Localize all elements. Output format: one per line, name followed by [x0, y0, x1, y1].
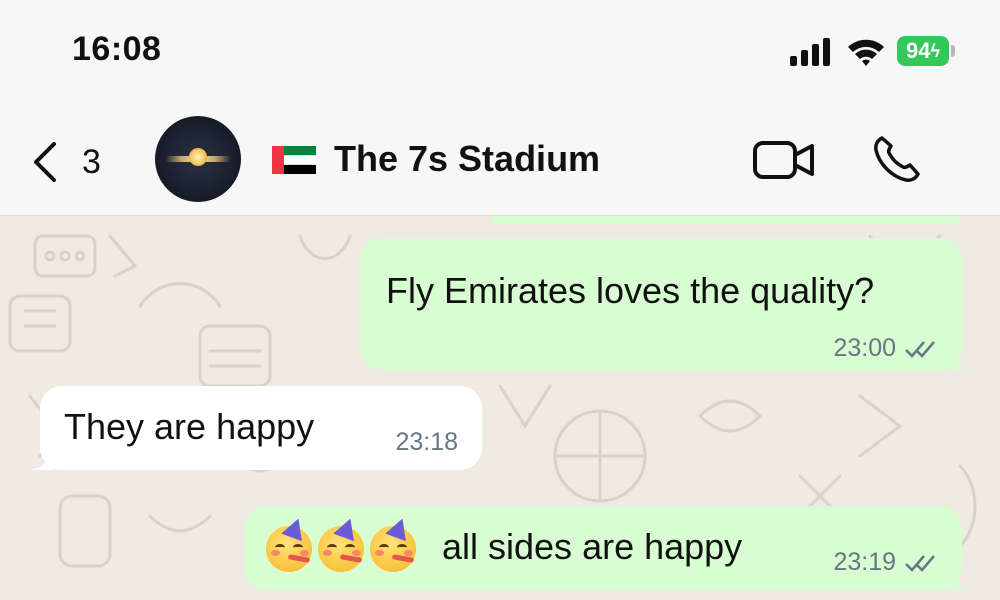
message-meta: 23:18	[395, 428, 458, 457]
back-button[interactable]: 3	[30, 140, 101, 184]
read-receipt-icon	[905, 340, 935, 358]
wifi-icon	[848, 39, 884, 66]
signal-icon	[790, 38, 830, 66]
status-bar: 16:08 94 ϟ	[0, 0, 1000, 100]
battery-tip	[951, 45, 955, 57]
chat-title[interactable]: The 7s Stadium	[334, 138, 600, 180]
message-text: They are happy	[64, 406, 315, 447]
avatar[interactable]	[155, 116, 241, 202]
bubble-tail	[948, 566, 972, 590]
message-text: Fly Emirates loves the quality?	[386, 270, 875, 311]
chat-area[interactable]: Fly Emirates loves the quality? 23:00 Th…	[0, 216, 1000, 600]
message-incoming[interactable]: They are happy 23:18	[30, 386, 482, 470]
charging-icon: ϟ	[930, 40, 940, 61]
message-meta: 23:00	[833, 334, 938, 363]
partying-face-emojis	[266, 514, 416, 572]
chevron-left-icon	[34, 142, 56, 182]
phone-icon[interactable]	[872, 134, 922, 184]
partying-face-icon	[266, 514, 312, 572]
partying-face-icon	[370, 514, 416, 572]
battery-level: 94	[905, 38, 931, 63]
read-receipt-icon	[905, 554, 935, 572]
video-call-icon[interactable]	[752, 140, 816, 180]
unread-count: 3	[82, 142, 101, 181]
previous-message-bubble	[490, 216, 960, 224]
partying-face-icon	[318, 514, 364, 572]
message-meta: 23:19	[833, 548, 938, 577]
message-outgoing[interactable]: Fly Emirates loves the quality? 23:00	[360, 238, 972, 370]
bubble-tail	[948, 346, 972, 370]
message-time: 23:00	[833, 334, 896, 362]
message-time: 23:18	[395, 428, 458, 456]
message-time: 23:19	[833, 548, 896, 576]
bubble-tail	[30, 446, 54, 470]
uae-flag-icon	[272, 146, 316, 175]
chat-header: 3 The 7s Stadium	[0, 100, 1000, 216]
status-time: 16:08	[72, 30, 162, 68]
message-outgoing[interactable]: all sides are happy 23:19	[244, 506, 972, 590]
battery-indicator: 94 ϟ	[897, 36, 949, 66]
message-text: all sides are happy	[442, 526, 743, 567]
